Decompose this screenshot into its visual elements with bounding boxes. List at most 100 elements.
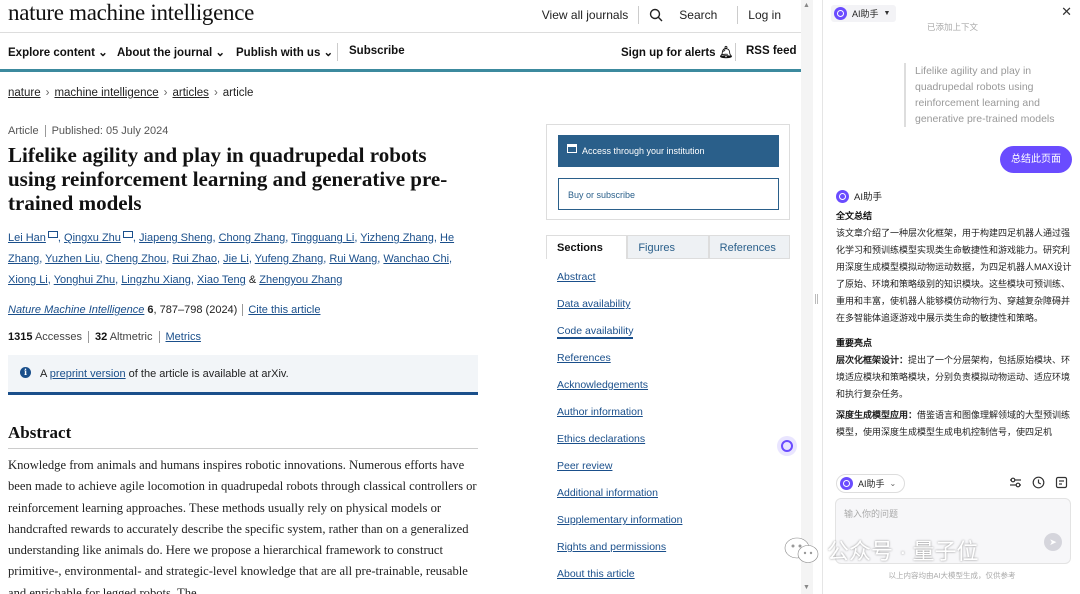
buy-subscribe-button[interactable]: Buy or subscribe: [558, 178, 779, 210]
author-link[interactable]: Rui Wang: [329, 253, 377, 265]
rss-feed-link[interactable]: RSS feed: [746, 45, 797, 57]
divider: [88, 331, 90, 344]
author-link[interactable]: Cheng Zhou: [106, 253, 167, 265]
ai-logo-icon: [834, 7, 847, 20]
section-link[interactable]: Acknowledgements: [557, 379, 682, 406]
breadcrumb-journal[interactable]: machine intelligence: [54, 87, 158, 99]
section-link[interactable]: Supplementary information: [557, 514, 682, 541]
article-scrollbar[interactable]: [801, 0, 813, 594]
author-link[interactable]: Zhengyou Zhang: [259, 274, 342, 286]
section-link[interactable]: Peer review: [557, 460, 682, 487]
author-link[interactable]: Yizheng Zhang: [360, 232, 434, 244]
model-label: AI助手: [858, 479, 885, 489]
sign-up-alerts-link[interactable]: Sign up for alerts 🔔︎: [621, 45, 733, 59]
divider: [242, 304, 244, 317]
section-link[interactable]: Data availability: [557, 298, 682, 325]
author-link[interactable]: Yuzhen Liu: [45, 253, 99, 265]
view-all-journals-link[interactable]: View all journals: [532, 8, 639, 22]
tab-figures[interactable]: Figures: [627, 235, 709, 259]
settings-sliders-icon[interactable]: [1009, 476, 1022, 489]
author-link[interactable]: Lei Han: [8, 232, 46, 244]
nav-subscribe[interactable]: Subscribe: [349, 45, 405, 57]
author-link[interactable]: Lingzhu Xiang: [121, 274, 191, 286]
ampersand: &: [245, 274, 260, 286]
author-link[interactable]: Tingguang Li: [291, 232, 354, 244]
cite-article-link[interactable]: Cite this article: [248, 304, 320, 316]
send-icon[interactable]: ➤: [1044, 533, 1062, 551]
section-link[interactable]: Code availability: [557, 325, 682, 352]
author-link[interactable]: Xiao Teng: [197, 274, 246, 286]
access-institution-button[interactable]: Access through your institution: [558, 135, 779, 167]
chat-input[interactable]: [844, 509, 1054, 519]
email-icon[interactable]: [122, 231, 133, 238]
ai-assistant-panel: AI助手 ▼ ✕ 已添加上下文 Lifelike agility and pla…: [822, 0, 1080, 594]
section-link[interactable]: About this article: [557, 568, 682, 594]
chevron-right-icon: ›: [45, 87, 50, 99]
ai-assistant-float-button[interactable]: [777, 436, 797, 456]
sidebar-tabs: Sections Figures References: [546, 235, 790, 259]
history-clock-icon[interactable]: [1032, 476, 1045, 489]
scroll-down-icon[interactable]: ▼: [803, 584, 810, 591]
nav-label: Publish with us: [236, 47, 321, 59]
author-link[interactable]: Jiapeng Sheng: [139, 232, 212, 244]
search-button[interactable]: Search: [639, 8, 737, 22]
access-label: Access through your institution: [582, 146, 705, 156]
assistant-selector[interactable]: AI助手 ▼: [831, 5, 897, 22]
author-link[interactable]: Chong Zhang: [219, 232, 286, 244]
abstract-text: Knowledge from animals and humans inspir…: [8, 458, 477, 594]
login-link[interactable]: Log in: [738, 8, 791, 22]
author-link[interactable]: Jie Li: [223, 253, 249, 265]
context-note: 已添加上下文: [927, 22, 979, 32]
summarize-page-button[interactable]: 总结此页面: [1000, 146, 1072, 173]
tab-references[interactable]: References: [708, 235, 790, 259]
close-icon[interactable]: ✕: [1061, 4, 1072, 20]
access-card: Access through your institution Buy or s…: [546, 124, 790, 220]
section-link[interactable]: Ethics declarations: [557, 433, 682, 460]
author-link[interactable]: Rui Zhao: [172, 253, 217, 265]
divider: [44, 125, 46, 138]
altmetric-count: 32: [95, 331, 108, 343]
author-link[interactable]: Qingxu Zhu: [64, 232, 121, 244]
panel-resize-handle[interactable]: [815, 294, 818, 304]
highlight-title: 深度生成模型应用：: [836, 410, 918, 420]
article-page: nature machine intelligence View all jou…: [0, 0, 801, 594]
author-link[interactable]: Yufeng Zhang: [255, 253, 324, 265]
author-link[interactable]: Xiong Li: [8, 274, 48, 286]
section-link[interactable]: Additional information: [557, 487, 682, 514]
journal-name-link[interactable]: Nature Machine Intelligence: [8, 304, 144, 316]
divider: [158, 331, 160, 344]
section-link[interactable]: Author information: [557, 406, 682, 433]
author-link[interactable]: Wanchao Chi: [383, 253, 449, 265]
section-link[interactable]: Abstract: [557, 271, 682, 298]
nav-about-journal[interactable]: About the journal ⌄: [117, 45, 225, 59]
section-link[interactable]: Rights and permissions: [557, 541, 682, 568]
main-nav: Explore content ⌄ About the journal ⌄ Pu…: [0, 32, 801, 70]
journal-logo[interactable]: nature machine intelligence: [8, 0, 254, 26]
preprint-link[interactable]: preprint version: [50, 368, 126, 380]
model-selector[interactable]: AI助手 ⌄: [836, 474, 906, 493]
pages: , 787–798 (2024): [153, 304, 238, 316]
info-icon: i: [20, 367, 31, 378]
top-bar: nature machine intelligence View all jou…: [0, 0, 801, 32]
caret-down-icon: ▼: [883, 10, 891, 17]
new-chat-icon[interactable]: [1055, 476, 1068, 489]
email-icon[interactable]: [47, 231, 58, 238]
author-link[interactable]: Yonghui Zhu: [54, 274, 115, 286]
top-links: View all journals Search Log in: [532, 6, 791, 24]
assistant-reply-label: AI助手: [854, 192, 882, 203]
breadcrumb-articles[interactable]: articles: [173, 87, 209, 99]
watermark: 公众号 · 量子位: [783, 534, 979, 566]
breadcrumb-current: article: [222, 87, 254, 99]
tab-sections[interactable]: Sections: [546, 235, 628, 259]
search-icon: [650, 8, 663, 22]
nav-explore-content[interactable]: Explore content ⌄: [8, 45, 108, 59]
chat-input-area: AI助手 ⌄ ➤ 以上内容均由AI大模型生成，仅供参考: [823, 468, 1080, 594]
watermark-text: 公众号 · 量子位: [827, 539, 979, 564]
nav-publish[interactable]: Publish with us ⌄: [236, 45, 333, 59]
section-link[interactable]: References: [557, 352, 682, 379]
metrics-link[interactable]: Metrics: [166, 331, 201, 343]
article-type: Article: [8, 125, 39, 137]
breadcrumb-nature[interactable]: nature: [8, 87, 41, 99]
ai-chat-icon: [781, 440, 793, 452]
scroll-up-icon[interactable]: ▲: [803, 2, 810, 9]
